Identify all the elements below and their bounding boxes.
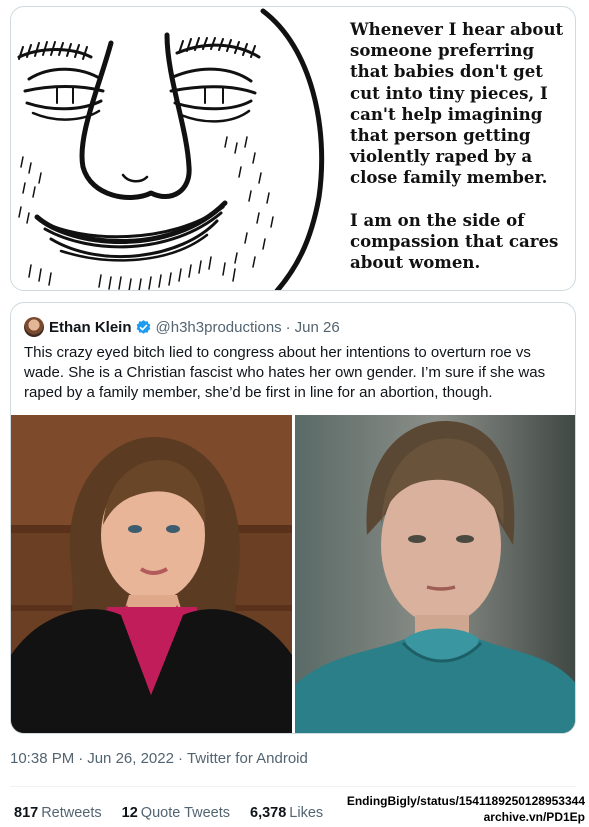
likes-count: 6,378 (250, 805, 287, 821)
meme-card[interactable]: Whenever I hear about someone preferring… (10, 6, 576, 291)
retweets-count: 817 (14, 805, 39, 821)
meme-caption: Whenever I hear about someone preferring… (350, 19, 564, 273)
quote-tweets-stat[interactable]: 12 Quote Tweets (122, 805, 230, 821)
retweets-label: Retweets (41, 805, 102, 821)
archive-status-path: EndingBigly/status/1541189250128953344 (346, 794, 585, 808)
quoted-tweet[interactable]: Ethan Klein @h3h3productions · Jun 26 Th… (10, 302, 576, 734)
archive-link[interactable]: archive.vn/PD1Ep (347, 809, 585, 825)
archive-watermark: EndingBigly/status/1541189250128953344 a… (347, 793, 585, 825)
tweet-date[interactable]: Jun 26, 2022 (87, 750, 174, 767)
divider (10, 786, 576, 787)
verified-badge-icon (136, 319, 150, 334)
likes-label: Likes (289, 805, 324, 821)
retweets-stat[interactable]: 817 Retweets (14, 805, 102, 821)
author-handle[interactable]: @h3h3productions (156, 319, 282, 336)
quoted-tweet-date[interactable]: Jun 26 (295, 319, 340, 336)
likes-stat[interactable]: 6,378 Likes (250, 805, 323, 821)
author-name[interactable]: Ethan Klein (49, 319, 132, 336)
tweet-source[interactable]: Twitter for Android (187, 750, 308, 767)
tweet-time[interactable]: 10:38 PM (10, 750, 74, 767)
quote-tweets-label: Quote Tweets (140, 805, 230, 821)
tweet-timestamp: 10:38 PM · Jun 26, 2022 · Twitter for Androi… (10, 750, 308, 767)
smiling-face-drawing (17, 8, 325, 290)
header-separator: · (285, 318, 291, 336)
quoted-tweet-text: This crazy eyed bitch lied to congress a… (24, 344, 546, 401)
photo-grid (11, 415, 576, 734)
timestamp-separator: · (78, 750, 84, 767)
timestamp-separator: · (177, 750, 183, 767)
avatar[interactable] (24, 317, 44, 337)
quote-tweets-count: 12 (121, 805, 138, 821)
photo-right[interactable] (295, 415, 576, 734)
photo-left[interactable] (11, 415, 292, 734)
quoted-tweet-header: Ethan Klein @h3h3productions · Jun 26 (24, 316, 340, 338)
engagement-stats: 817 Retweets 12 Quote Tweets 6,378 Likes (14, 805, 343, 821)
